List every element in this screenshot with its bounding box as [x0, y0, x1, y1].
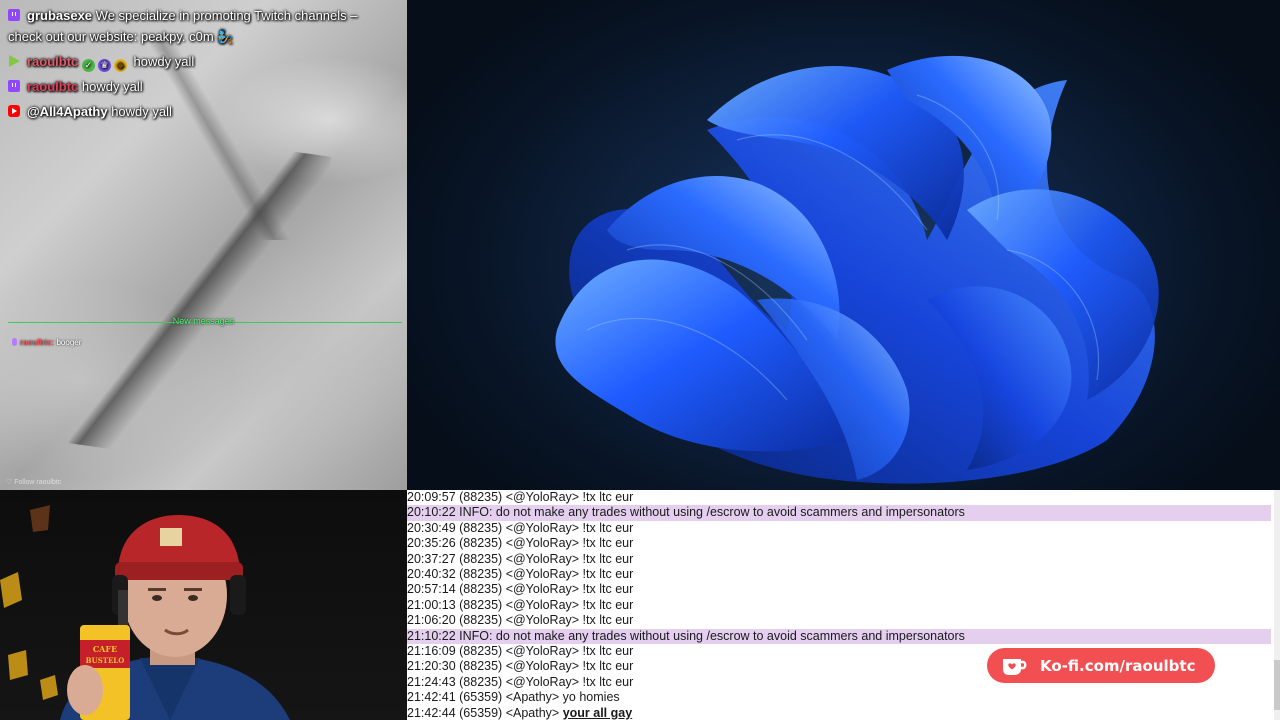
crown-badge-icon: ♛ — [97, 59, 111, 72]
eyebrow-left — [148, 588, 166, 591]
chat-text: howdy yall — [81, 79, 143, 94]
log-row: 20:57:14 (88235) <@YoloRay> !tx ltc eur — [407, 582, 634, 597]
chat-text: howdy yall — [133, 54, 195, 69]
log-row: 21:00:13 (88235) <@YoloRay> !tx ltc eur — [407, 597, 634, 612]
desktop-wallpaper — [407, 0, 1280, 490]
chat-overlay: grubasexe We specialize in promoting Twi… — [0, 0, 407, 490]
log-row: 20:35:26 (88235) <@YoloRay> !tx ltc eur — [407, 536, 634, 551]
chat-message: grubasexe We specialize in promoting Twi… — [8, 5, 388, 47]
log-row-prefix: 21:42:44 (65359) <Apathy> — [407, 705, 563, 720]
webcam-feed: CAFE BUSTELO — [0, 490, 407, 720]
confetti-shapes — [0, 505, 58, 700]
microphone-icon — [12, 338, 17, 346]
eyebrow-right — [184, 588, 202, 591]
youtube-icon — [8, 105, 20, 117]
kofi-cup-icon — [1003, 658, 1027, 675]
chat-username: raoulbtc — [27, 54, 79, 69]
trade-log-panel[interactable]: 20:09:57 (88235) <@YoloRay> !tx ltc eur … — [407, 490, 1280, 720]
kofi-badge[interactable]: Ko-fi.com/raoulbtc — [987, 648, 1215, 683]
mini-chat-text: booger — [56, 338, 82, 347]
eye-right — [188, 595, 198, 601]
new-messages-label: New messages — [172, 316, 235, 326]
chat-message: @All4Apathy howdy yall — [8, 101, 388, 122]
verified-badge-icon: ✓ — [81, 59, 95, 72]
log-row: 21:42:41 (65359) <Apathy> yo homies — [407, 690, 620, 705]
twitch-icon — [8, 80, 20, 92]
chat-message: raoulbtc ✓ ♛ ◆ howdy yall — [8, 51, 388, 72]
chat-username: @All4Apathy — [27, 104, 108, 119]
chat-text: howdy yall — [111, 104, 172, 119]
log-scrollbar[interactable] — [1274, 490, 1280, 720]
bloom-wallpaper-graphic — [555, 55, 1159, 484]
log-row: 21:06:20 (88235) <@YoloRay> !tx ltc eur — [407, 613, 634, 628]
log-row: 20:40:32 (88235) <@YoloRay> !tx ltc eur — [407, 567, 634, 581]
webcam-illustration: CAFE BUSTELO — [0, 505, 290, 720]
log-row: 20:30:49 (88235) <@YoloRay> !tx ltc eur — [407, 520, 634, 535]
twitch-icon — [8, 9, 20, 21]
chat-username: raoulbtc — [27, 79, 79, 94]
background-texture — [68, 126, 332, 474]
mini-chat-username: raoulbtc: — [20, 338, 55, 347]
hand-shape — [67, 665, 103, 715]
coffee-can-text-2: BUSTELO — [86, 656, 125, 665]
chat-message: raoulbtc howdy yall — [8, 76, 388, 97]
coin-badge-icon: ◆ — [113, 59, 127, 72]
log-row-bold-text: your all gay — [562, 705, 633, 720]
mini-chat-message: raoulbtc: booger — [12, 338, 81, 347]
beanie-patch — [160, 528, 182, 546]
log-scrollbar-thumb[interactable] — [1274, 660, 1280, 710]
overlay-credit: ♡ Follow raoulbtc — [6, 479, 62, 486]
log-row: 20:09:57 (88235) <@YoloRay> !tx ltc eur — [407, 490, 634, 504]
rumble-icon — [8, 55, 20, 67]
headphone-right — [230, 575, 246, 615]
log-row-info: 21:10:22 INFO: do not make any trades wi… — [407, 628, 1271, 644]
log-row: 21:42:44 (65359) <Apathy> your all gay — [407, 706, 1271, 720]
chat-username: grubasexe — [27, 8, 93, 23]
log-row-info: 20:10:22 INFO: do not make any trades wi… — [407, 505, 1271, 521]
kofi-label: Ko-fi.com/raoulbtc — [1040, 656, 1196, 675]
log-row: 20:37:27 (88235) <@YoloRay> !tx ltc eur — [407, 551, 634, 566]
beanie-brim — [115, 562, 243, 580]
eye-left — [152, 595, 162, 601]
coffee-can-text: CAFE — [93, 644, 117, 654]
